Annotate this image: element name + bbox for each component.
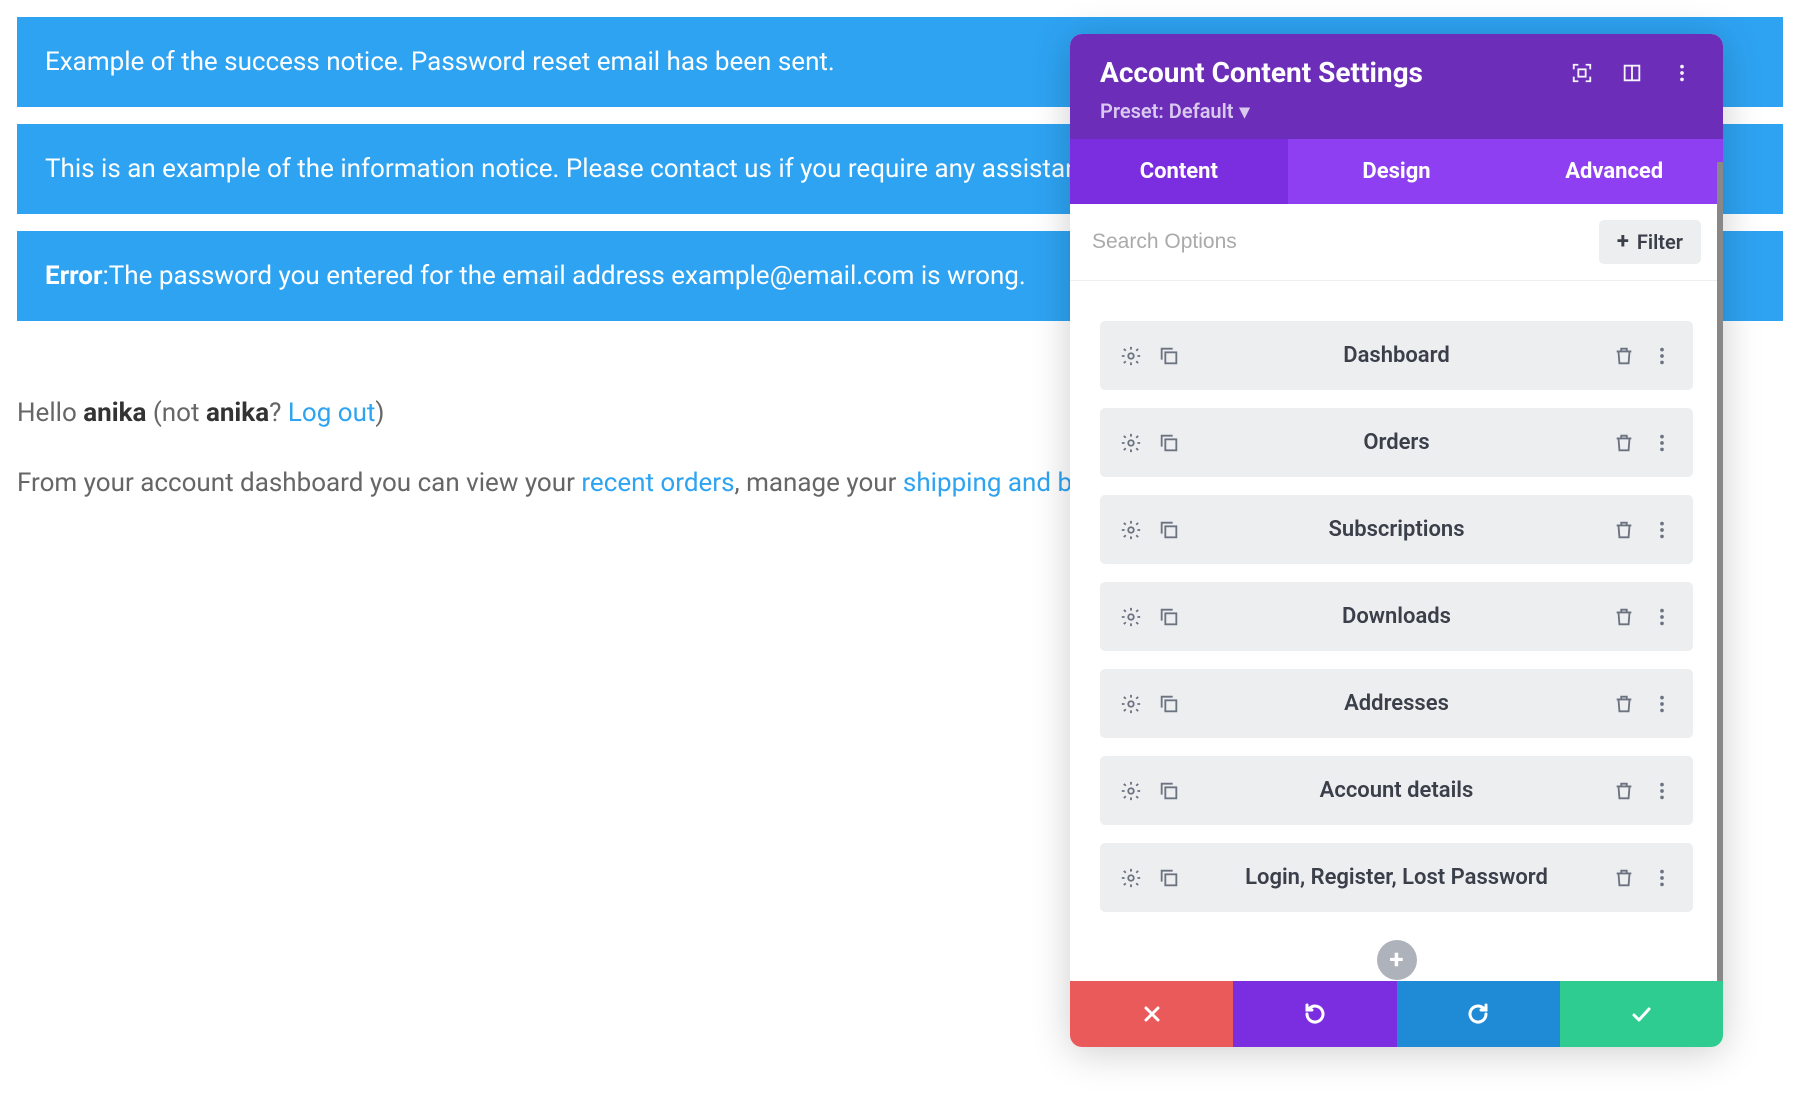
more-icon[interactable] (1651, 867, 1673, 889)
more-icon[interactable] (1651, 345, 1673, 367)
plus-icon: + (1617, 231, 1629, 253)
more-icon[interactable] (1651, 606, 1673, 628)
item-label: Orders (1180, 430, 1613, 455)
search-row: + Filter (1070, 204, 1723, 281)
tab-design[interactable]: Design (1288, 139, 1506, 204)
chevron-down-icon: ▾ (1240, 99, 1250, 123)
trash-icon[interactable] (1613, 432, 1635, 454)
redo-button[interactable] (1397, 981, 1560, 1047)
gear-icon[interactable] (1120, 345, 1142, 367)
username-1: anika (83, 398, 146, 428)
add-item-section: + Add New Item (1100, 930, 1693, 981)
duplicate-icon[interactable] (1158, 519, 1180, 541)
gear-icon[interactable] (1120, 867, 1142, 889)
search-input[interactable] (1092, 230, 1599, 254)
trash-icon[interactable] (1613, 606, 1635, 628)
tab-advanced[interactable]: Advanced (1505, 139, 1723, 204)
tab-content[interactable]: Content (1070, 139, 1288, 204)
duplicate-icon[interactable] (1158, 606, 1180, 628)
paren-close: ) (375, 398, 384, 428)
content-item[interactable]: Downloads (1100, 582, 1693, 651)
scrollbar[interactable] (1717, 162, 1723, 981)
item-label: Downloads (1180, 604, 1613, 629)
duplicate-icon[interactable] (1158, 693, 1180, 715)
item-label: Addresses (1180, 691, 1613, 716)
trash-icon[interactable] (1613, 519, 1635, 541)
duplicate-icon[interactable] (1158, 867, 1180, 889)
duplicate-icon[interactable] (1158, 432, 1180, 454)
panel-body: Dashboard Orders Subscriptions Downloads Add… (1070, 281, 1723, 981)
panel-footer (1070, 981, 1723, 1047)
notice-info-text: This is an example of the information no… (45, 154, 1114, 184)
trash-icon[interactable] (1613, 693, 1635, 715)
more-icon[interactable] (1651, 780, 1673, 802)
duplicate-icon[interactable] (1158, 345, 1180, 367)
item-label: Login, Register, Lost Password (1180, 865, 1613, 890)
username-2: anika (206, 398, 269, 428)
panel-tabs: Content Design Advanced (1070, 139, 1723, 204)
trash-icon[interactable] (1613, 780, 1635, 802)
gear-icon[interactable] (1120, 780, 1142, 802)
dash-line2a: From your account dashboard you can view… (17, 468, 581, 498)
content-item[interactable]: Login, Register, Lost Password (1100, 843, 1693, 912)
gear-icon[interactable] (1120, 519, 1142, 541)
filter-label: Filter (1637, 230, 1683, 254)
more-icon[interactable] (1671, 62, 1693, 84)
recent-orders-link[interactable]: recent orders (581, 468, 734, 498)
panel-header: Account Content Settings Preset: Default… (1070, 34, 1723, 139)
content-item[interactable]: Addresses (1100, 669, 1693, 738)
notice-success-text: Example of the success notice. Password … (45, 47, 835, 77)
save-button[interactable] (1560, 981, 1723, 1047)
preset-dropdown[interactable]: Preset: Default ▾ (1100, 99, 1250, 123)
settings-panel: Account Content Settings Preset: Default… (1070, 34, 1723, 1047)
more-icon[interactable] (1651, 519, 1673, 541)
notice-error-label: Error (45, 261, 102, 291)
not-open: (not (146, 398, 206, 428)
content-item[interactable]: Dashboard (1100, 321, 1693, 390)
content-item[interactable]: Account details (1100, 756, 1693, 825)
expand-icon[interactable] (1571, 62, 1593, 84)
trash-icon[interactable] (1613, 867, 1635, 889)
hello-prefix: Hello (17, 398, 83, 428)
more-icon[interactable] (1651, 693, 1673, 715)
question-mark: ? (269, 398, 288, 428)
notice-error-text: :The password you entered for the email … (102, 261, 1025, 291)
dash-line2b: , manage your (735, 468, 903, 498)
gear-icon[interactable] (1120, 693, 1142, 715)
gear-icon[interactable] (1120, 606, 1142, 628)
item-label: Dashboard (1180, 343, 1613, 368)
undo-button[interactable] (1233, 981, 1396, 1047)
content-item[interactable]: Orders (1100, 408, 1693, 477)
snap-icon[interactable] (1621, 62, 1643, 84)
cancel-button[interactable] (1070, 981, 1233, 1047)
trash-icon[interactable] (1613, 345, 1635, 367)
panel-title: Account Content Settings (1100, 56, 1423, 89)
content-item[interactable]: Subscriptions (1100, 495, 1693, 564)
item-label: Subscriptions (1180, 517, 1613, 542)
add-item-button[interactable]: + (1377, 940, 1417, 980)
item-label: Account details (1180, 778, 1613, 803)
more-icon[interactable] (1651, 432, 1673, 454)
preset-label: Preset: Default (1100, 99, 1234, 123)
gear-icon[interactable] (1120, 432, 1142, 454)
filter-button[interactable]: + Filter (1599, 220, 1701, 264)
duplicate-icon[interactable] (1158, 780, 1180, 802)
logout-link[interactable]: Log out (288, 398, 376, 428)
